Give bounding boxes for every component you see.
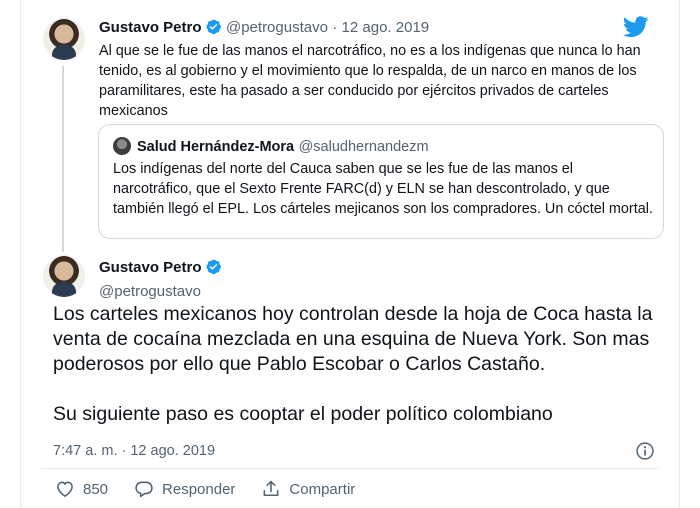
tweet-date[interactable]: · 12 ago. 2019 (332, 19, 429, 36)
twitter-bird-icon (622, 16, 649, 43)
tweet-timestamp[interactable]: 7:47 a. m. · 12 ago. 2019 (53, 443, 215, 459)
author-handle[interactable]: @petrogustavo (226, 19, 328, 36)
tweet-card: Gustavo Petro @petrogustavo · 12 ago. 20… (20, 0, 680, 508)
quoted-tweet-header: Salud Hernández-Mora @saludhernandezm (113, 137, 429, 156)
share-button[interactable]: Compartir (261, 479, 355, 499)
verified-badge-icon (205, 258, 222, 280)
info-icon[interactable] (635, 441, 655, 466)
avatar[interactable] (43, 255, 85, 297)
tweet2-paragraph: Su siguiente paso es cooptar el poder po… (53, 403, 553, 425)
quoted-avatar (113, 137, 131, 155)
reply-icon (134, 479, 154, 499)
tweet2-text: Los carteles mexicanos hoy controlan des… (53, 302, 693, 427)
tweet1-text: Al que se le fue de las manos el narcotr… (99, 43, 641, 119)
tweet1-header: Gustavo Petro @petrogustavo · 12 ago. 20… (99, 18, 429, 40)
author-name[interactable]: Gustavo Petro (99, 19, 202, 36)
like-button[interactable]: 850 (55, 479, 108, 499)
divider (41, 468, 659, 469)
reply-label: Responder (162, 480, 236, 498)
like-count: 850 (83, 480, 109, 498)
quoted-tweet-text: Los indígenas del norte del Cauca saben … (113, 161, 653, 217)
thread-line (62, 66, 64, 252)
share-icon (261, 479, 281, 499)
quoted-author-name: Salud Hernández-Mora (137, 139, 295, 155)
share-label: Compartir (289, 480, 356, 498)
quoted-author-handle: @saludhernandezm (298, 139, 429, 155)
tweet2-paragraph: Los carteles mexicanos hoy controlan des… (53, 303, 653, 375)
heart-icon (55, 479, 75, 499)
author-handle[interactable]: @petrogustavo (99, 283, 222, 300)
tweet2-header: Gustavo Petro @petrogustavo (99, 258, 222, 300)
author-name[interactable]: Gustavo Petro (99, 259, 202, 276)
avatar[interactable] (43, 18, 85, 60)
reply-button[interactable]: Responder (134, 479, 235, 499)
tweet-actions: 850 Responder Compartir (55, 479, 355, 499)
quoted-tweet[interactable]: Salud Hernández-Mora @saludhernandezm Lo… (98, 124, 664, 239)
verified-badge-icon (205, 18, 222, 40)
